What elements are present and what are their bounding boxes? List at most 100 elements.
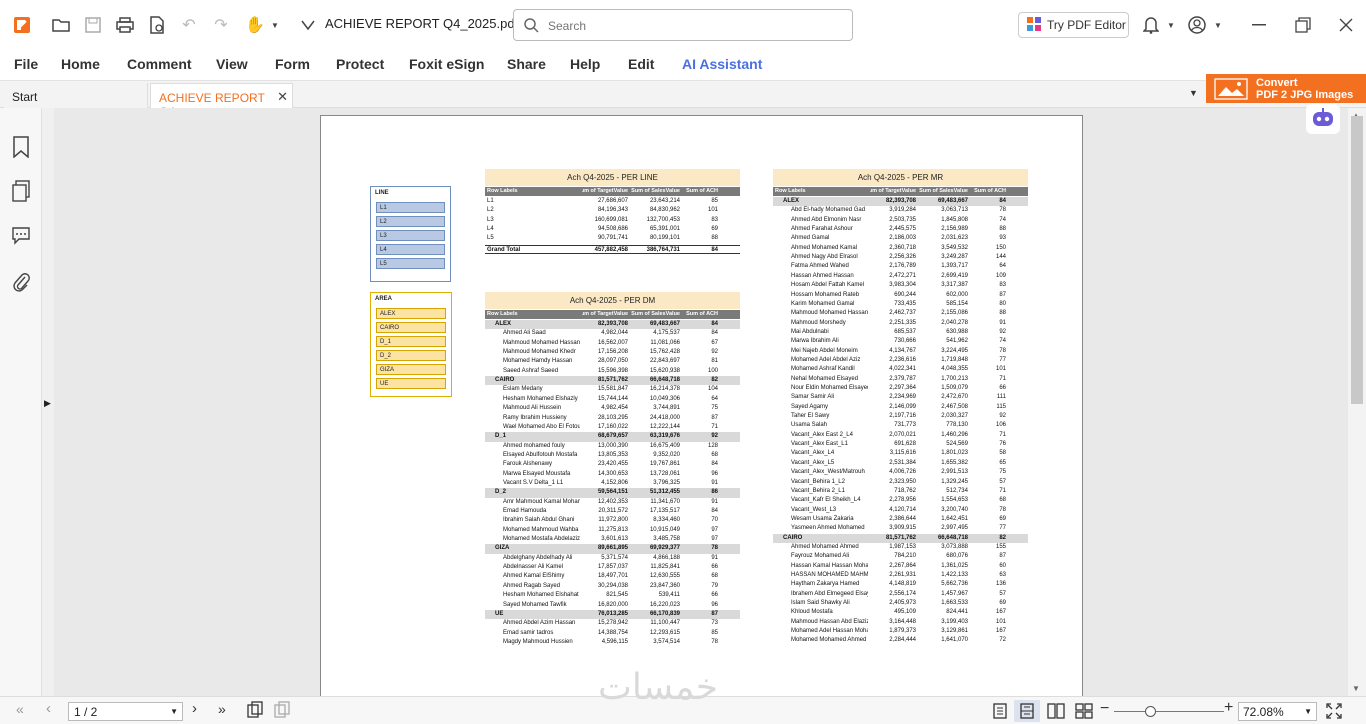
two-page-continuous-icon[interactable] [1075,703,1093,724]
slicer-line-item[interactable]: L3 [376,230,445,241]
cell: 155 [995,543,1006,550]
slicer-area-item[interactable]: D_2 [376,350,446,361]
two-page-view-icon[interactable] [1047,703,1065,724]
print-icon[interactable] [113,13,137,37]
cell: 23,847,360 [649,582,680,589]
scroll-down-icon[interactable]: ▼ [1352,684,1360,693]
table-row: Abdelnasser Ali Kamel 17,857,037 11,825,84… [485,563,740,572]
slicer-line-item[interactable]: L2 [376,216,445,227]
chevron-down-icon[interactable]: ▼ [1159,13,1183,37]
cell: 3,199,403 [941,618,968,625]
undo-icon[interactable]: ↶ [177,13,201,37]
panel-collapse-handle[interactable]: ▶ [42,108,54,696]
menu-view[interactable]: View [216,56,248,72]
cell: Vacant_Alex East_L1 [791,441,848,448]
rotate-view-icon[interactable] [246,701,264,724]
cell: 81,571,762 [885,534,916,541]
menu-form[interactable]: Form [275,56,310,72]
zoom-in-icon[interactable]: + [1224,699,1233,717]
slicer-area-item[interactable]: ALEX [376,308,446,319]
slicer-area-item[interactable]: D_1 [376,336,446,347]
save-icon[interactable] [81,13,105,37]
table-row: Ahmed Gamal 2,186,003 2,031,623 93 [773,234,1028,243]
cell: 77 [999,356,1006,363]
cell: 1,700,213 [941,375,968,382]
menu-file[interactable]: File [14,56,38,72]
slicer-area-item[interactable]: UE [376,378,446,389]
cell: 69,929,377 [649,545,680,552]
cell: 2,472,670 [941,394,968,401]
continuous-view-icon[interactable] [1014,700,1040,722]
menu-protect[interactable]: Protect [336,56,384,72]
minimize-icon[interactable] [1247,13,1271,37]
slicer-line-item[interactable]: L4 [376,244,445,255]
zoom-slider[interactable] [1114,706,1224,717]
slicer-area-item[interactable]: CAIRO [376,322,446,333]
cell: 78 [999,207,1006,214]
try-pdf-editor-button[interactable]: Try PDF Editor [1018,12,1129,38]
pages-icon[interactable] [12,180,30,207]
zoom-out-icon[interactable]: − [1100,700,1109,718]
cell: 15,620,938 [649,367,680,374]
last-page-icon[interactable]: » [218,701,226,717]
tab-start[interactable]: Start [4,83,148,109]
comment-icon[interactable] [11,225,31,250]
search-box[interactable] [513,9,853,41]
next-page-icon[interactable]: › [192,700,197,717]
slicer-line-item[interactable]: L1 [376,202,445,213]
cell: Mahmoud Hassan Abd Elaziz [791,618,868,625]
single-page-view-icon[interactable] [992,703,1008,724]
menu-help[interactable]: Help [570,56,600,72]
attachment-icon[interactable] [12,271,30,298]
cell: 8,334,460 [653,517,680,524]
slicer-area-item[interactable]: GIZA [376,364,446,375]
extract-page-icon[interactable] [273,701,291,724]
table-row: Ahmed Ragab Sayed 30,294,038 23,847,360 79 [485,582,740,591]
table-row: Vacant_Alex East 2_L4 2,070,021 1,460,296 7… [773,431,1028,440]
cell: Vacant_Behira 1_L2 [791,478,845,485]
menu-comment[interactable]: Comment [127,56,192,72]
open-folder-icon[interactable] [49,13,73,37]
cell: 2,360,718 [889,244,916,251]
slicer-line-item[interactable]: L5 [376,258,445,269]
prev-page-icon[interactable]: ‹ [46,700,51,717]
tab-bar: Start ACHIEVE REPORT Q4... ✕ ▼ [0,80,1366,119]
chevron-down-icon[interactable]: ▼ [263,13,287,37]
zoom-slider-thumb[interactable] [1145,706,1156,717]
tab-list-dropdown-icon[interactable]: ▼ [1189,88,1198,98]
menu-home[interactable]: Home [61,56,100,72]
search-input[interactable] [548,17,838,35]
first-page-icon[interactable]: « [16,701,24,717]
cell: 15,744,144 [597,395,628,402]
fullscreen-icon[interactable] [1326,703,1342,724]
restore-icon[interactable] [1291,13,1315,37]
cell: 2,297,364 [889,385,916,391]
zoom-field[interactable]: 72.08% ▼ [1238,702,1317,721]
chevron-down-icon[interactable]: ▼ [1206,13,1230,37]
cell: Hassan Ahmed Hassan [791,272,854,279]
menu-ai-assistant[interactable]: AI Assistant [682,56,762,72]
page-settings-icon[interactable] [145,13,169,37]
table-row: Ahmed Mohamed Ahmed 1,987,153 3,073,888 155 [773,543,1028,552]
cell: 87 [999,553,1006,560]
cell: 167 [995,609,1006,616]
table-row: Yasmeen Ahmed Mohamed 3,909,915 2,997,495 7… [773,524,1028,533]
page-number-field[interactable]: 1 / 2 ▼ [68,702,183,721]
ai-assistant-icon[interactable] [1306,104,1340,134]
redo-icon[interactable]: ↷ [209,13,233,37]
menu-share[interactable]: Share [507,56,546,72]
column-header: Sum of ACH [686,311,718,317]
filter-dropdown-icon[interactable] [296,13,320,37]
cell: 824,441 [946,609,968,616]
tab-document[interactable]: ACHIEVE REPORT Q4... ✕ [150,83,293,119]
menu-foxit-esign[interactable]: Foxit eSign [409,56,484,72]
menu-edit[interactable]: Edit [628,56,654,72]
convert-pdf-button[interactable]: Convert PDF 2 JPG Images [1206,74,1366,103]
close-icon[interactable] [1334,13,1358,37]
bookmark-icon[interactable] [12,136,30,163]
cell: 3,574,514 [653,638,680,645]
vertical-scrollbar[interactable]: ▲ ▼ [1348,108,1366,696]
cell: 82 [999,534,1006,541]
scroll-thumb[interactable] [1351,116,1363,404]
tab-close-icon[interactable]: ✕ [277,89,288,105]
